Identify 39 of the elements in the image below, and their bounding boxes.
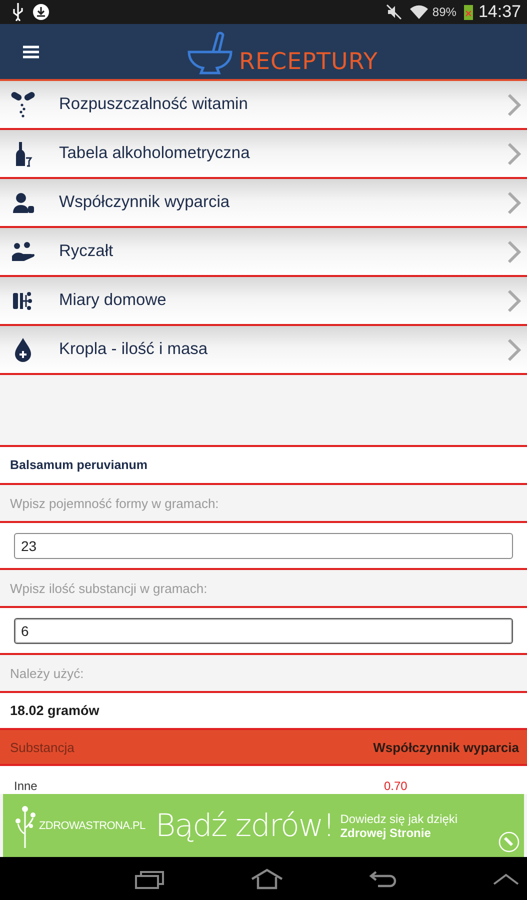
ad-text: Zdrowej Stronie [340, 826, 432, 840]
menu-item[interactable]: Rozpuszczalność witamin [0, 81, 527, 130]
result-value: 18.02 gramów [0, 693, 527, 730]
column-header: Współczynnik wyparcia [373, 740, 519, 754]
menu-item[interactable]: Współczynnik wyparcia [0, 179, 527, 228]
menu-icon [22, 44, 40, 58]
usb-icon [12, 3, 24, 21]
tree-icon [15, 804, 37, 848]
menu-item[interactable]: Kropla - ilość i masa [0, 326, 527, 375]
pills-icon [10, 90, 36, 118]
menu-item[interactable]: Ryczałt [0, 228, 527, 277]
chevron-icon [507, 142, 521, 166]
battery-icon [464, 4, 474, 20]
ad-text: Dowiedz się jak dzięki [340, 812, 458, 826]
ad-headline: Bądź zdrów! [155, 808, 334, 844]
home-icon [250, 868, 284, 890]
clock: 14:37 [478, 2, 521, 22]
column-header: Substancja [10, 740, 74, 754]
ad-logo-text: ZDROWASTRONA.PL [39, 820, 146, 832]
substance-name: Balsamum peruvianum [0, 447, 527, 485]
badge-icon [498, 831, 520, 853]
table-cell-text: Inne [14, 779, 38, 793]
chevron-icon [507, 338, 521, 362]
mute-icon [386, 4, 402, 20]
caret-icon [492, 872, 520, 886]
wifi-icon [410, 4, 428, 20]
app-title: RECEPTURY [239, 48, 378, 76]
chevron-icon [507, 288, 521, 312]
input-field[interactable]: 23 [14, 532, 513, 558]
input-field[interactable]: 6 [14, 618, 513, 644]
battery-percent: 89% [432, 5, 456, 19]
table-cell: 0.70 [384, 779, 408, 793]
chevron-icon [507, 92, 521, 116]
chevron-icon [507, 190, 521, 214]
back-icon [368, 868, 398, 888]
chevron-icon [507, 240, 521, 264]
menu-item[interactable]: Miary domowe [0, 277, 527, 326]
download-icon [32, 3, 50, 21]
menu-item[interactable]: Tabela alkoholometryczna [0, 130, 527, 179]
